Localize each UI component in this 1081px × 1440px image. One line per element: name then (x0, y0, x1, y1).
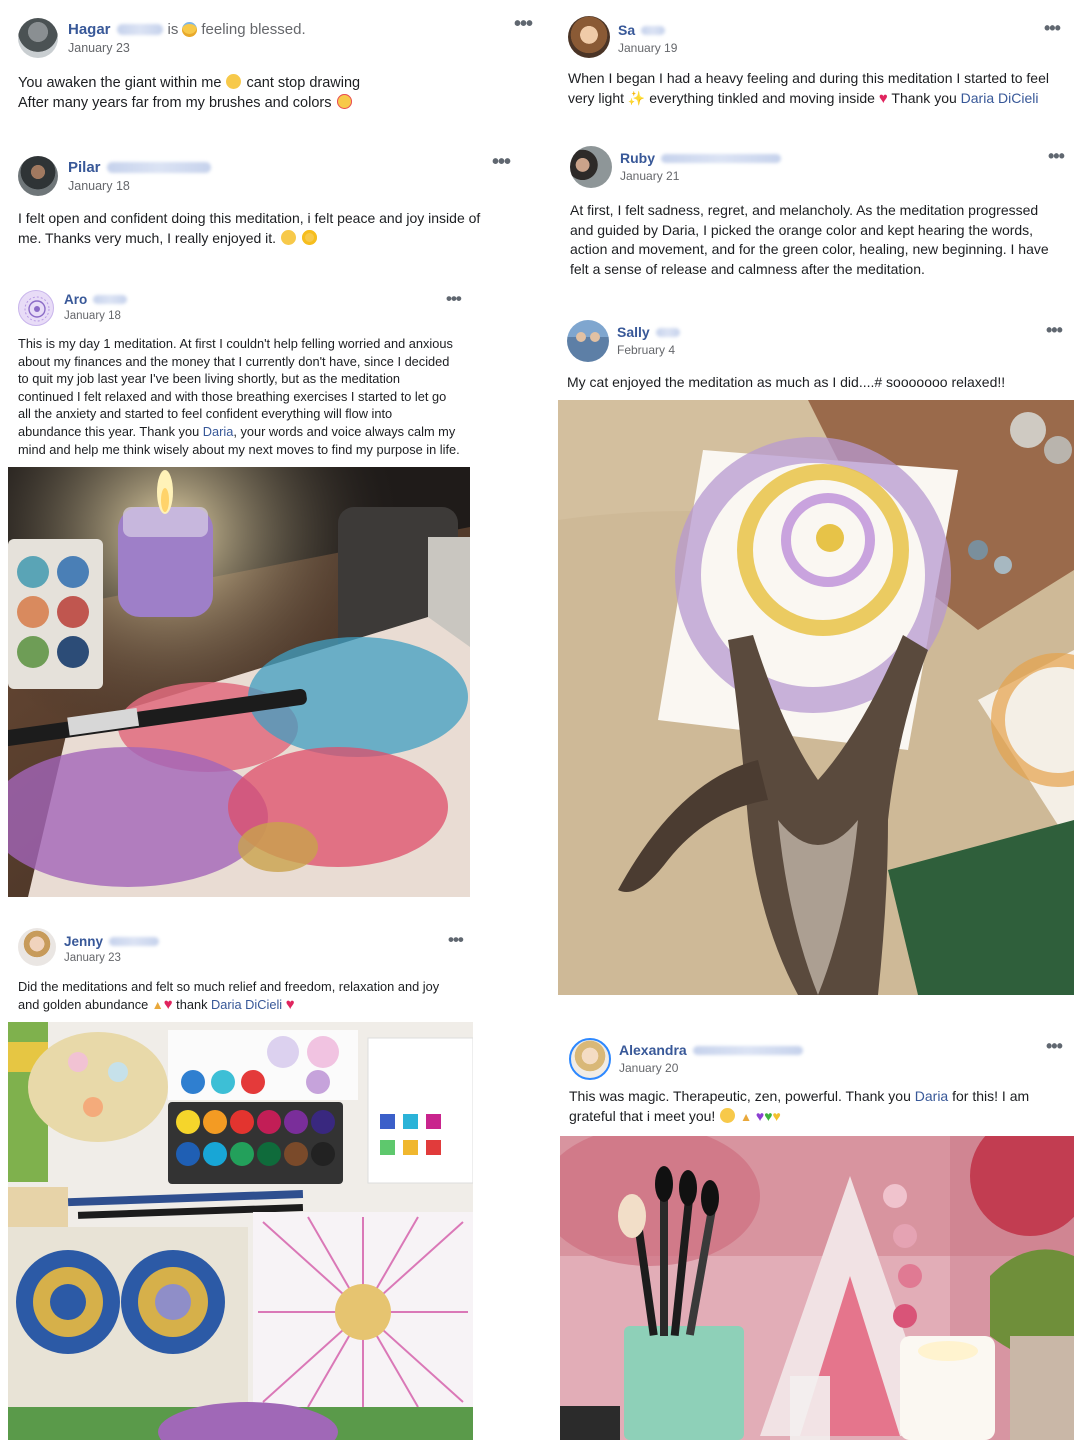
post-text: When I began I had a heavy feeling and d… (568, 70, 1049, 107)
more-options-icon[interactable]: ••• (1046, 1037, 1063, 1055)
post-date[interactable]: January 23 (64, 952, 159, 964)
mention-link[interactable]: Daria (915, 1088, 948, 1104)
more-options-icon[interactable]: ••• (448, 931, 464, 948)
post-date[interactable]: January 20 (619, 1061, 803, 1075)
author-name[interactable]: Jenny (64, 934, 103, 949)
author-name[interactable]: Alexandra (619, 1042, 687, 1058)
post-date[interactable]: January 18 (68, 179, 211, 193)
author-name[interactable]: Hagar (68, 21, 111, 38)
post-photo-palettes[interactable] (8, 1022, 473, 1440)
blurred-surname (116, 24, 163, 35)
mandala-icon (24, 296, 50, 322)
author-name[interactable]: Sally (617, 324, 650, 340)
more-options-icon[interactable]: ••• (514, 14, 533, 34)
feeling-verb: is (167, 21, 179, 38)
avatar[interactable] (567, 320, 609, 362)
post-hagar: Hagar is feeling blessed. January 23 •••… (18, 14, 538, 118)
post-pilar: Pilar January 18 ••• I felt open and con… (18, 152, 518, 251)
post-photo-brushes-altar[interactable] (560, 1136, 1074, 1440)
post-photo-cat-painting[interactable] (558, 400, 1074, 995)
more-options-icon[interactable]: ••• (446, 290, 462, 307)
post-date[interactable]: January 21 (620, 169, 781, 183)
heart-icon: ♥ (163, 995, 173, 1013)
post-text: You awaken the giant within me cant stop… (18, 74, 361, 111)
post-text: Did the meditations and felt so much rel… (18, 979, 440, 1013)
avatar[interactable] (18, 928, 56, 966)
yellow-heart-icon: ♥ (772, 1108, 781, 1124)
mention-link[interactable]: Daria DiCieli (961, 90, 1039, 106)
smiling-hearts-emoji-icon (336, 94, 352, 109)
post-text: My cat enjoyed the meditation as much as… (567, 374, 1006, 390)
avatar[interactable] (570, 146, 612, 188)
mention-link[interactable]: Daria DiCieli (211, 997, 282, 1012)
post-ruby: Ruby January 21 ••• At first, I felt sad… (570, 146, 1065, 286)
author-name[interactable]: Aro (64, 292, 87, 307)
blurred-surname (661, 153, 781, 163)
author-name[interactable]: Sa (618, 22, 635, 38)
crying-joy-emoji-icon (720, 1108, 736, 1123)
blurred-surname (93, 295, 128, 304)
winking-kiss-emoji-icon (280, 230, 296, 245)
more-options-icon[interactable]: ••• (1046, 321, 1063, 339)
blurred-surname (655, 327, 680, 337)
avatar[interactable] (18, 18, 58, 58)
avatar[interactable] (569, 1038, 611, 1080)
blurred-surname (641, 25, 666, 35)
post-photo-candle-watercolor[interactable] (8, 467, 470, 897)
star-struck-emoji-icon (301, 230, 317, 245)
post-text: This is my day 1 meditation. At first I … (18, 336, 460, 457)
purple-heart-icon: ♥ (755, 1108, 765, 1124)
blurred-surname (692, 1045, 803, 1055)
avatar[interactable] (18, 290, 54, 326)
sparkles-icon: ✨ (627, 90, 646, 106)
folded-hands-icon: ▲ (151, 997, 164, 1012)
blurred-surname (106, 162, 211, 173)
smiling-halo-emoji-icon (182, 22, 198, 37)
post-text: This was magic. Therapeutic, zen, powerf… (569, 1086, 1069, 1127)
folded-hands-icon: ▲ (740, 1110, 752, 1124)
blurred-surname (109, 937, 160, 946)
feeling-label: feeling blessed. (201, 21, 306, 38)
post-alexandra: Alexandra January 20 ••• This was magic.… (560, 1028, 1074, 1440)
grinning-sweat-emoji-icon (226, 74, 242, 89)
post-sa: Sa January 19 ••• When I began I had a h… (568, 16, 1068, 116)
post-date[interactable]: January 23 (68, 41, 306, 55)
more-options-icon[interactable]: ••• (492, 152, 511, 172)
avatar[interactable] (568, 16, 610, 58)
heart-icon: ♥ (878, 90, 888, 107)
mention-link[interactable]: Daria (203, 424, 234, 439)
post-aro: Aro January 18 ••• This is my day 1 medi… (8, 290, 473, 897)
post-text: At first, I felt sadness, regret, and me… (570, 202, 1049, 277)
avatar[interactable] (18, 156, 58, 196)
post-jenny: Jenny January 23 ••• Did the meditations… (8, 928, 473, 1440)
more-options-icon[interactable]: ••• (1048, 147, 1065, 165)
post-date[interactable]: January 19 (618, 41, 677, 55)
post-text: I felt open and confident doing this med… (18, 210, 481, 246)
post-date[interactable]: February 4 (617, 343, 680, 357)
sparkling-heart-icon: ♥ (285, 995, 295, 1013)
author-name[interactable]: Ruby (620, 150, 655, 166)
post-date[interactable]: January 18 (64, 310, 127, 322)
green-heart-icon: ♥ (764, 1108, 773, 1124)
more-options-icon[interactable]: ••• (1044, 19, 1061, 37)
author-name[interactable]: Pilar (68, 159, 101, 176)
post-sally: Sally February 4 ••• My cat enjoyed the … (558, 312, 1074, 995)
